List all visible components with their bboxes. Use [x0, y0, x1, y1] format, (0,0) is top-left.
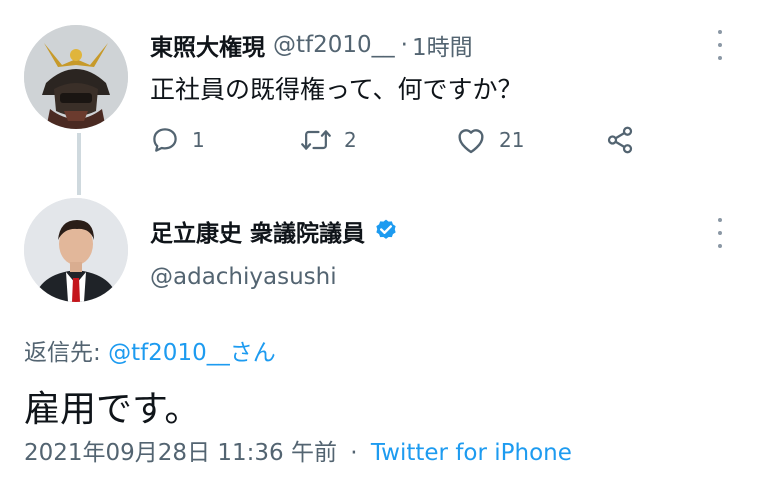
more-dot: [718, 231, 722, 235]
replying-to-link[interactable]: @tf2010__さん: [108, 340, 276, 366]
tweet1-handle[interactable]: @tf2010__: [273, 32, 395, 58]
tweet1-timestamp[interactable]: 1時間: [412, 28, 473, 62]
share-icon: [607, 126, 633, 154]
more-dot: [718, 56, 722, 60]
like-count: 21: [499, 128, 525, 152]
samurai-helmet-avatar-image: [24, 25, 128, 129]
tweet2-handle[interactable]: @adachiyasushi: [150, 264, 337, 290]
tweet1-text: 正社員の既得権って、何ですか？: [150, 75, 523, 104]
more-dot: [718, 218, 722, 222]
tweet2-name-row: 足立康史 衆議院議員: [150, 214, 399, 248]
tweet2-meta: 2021年09月28日 11:36 午前 · Twitter for iPhon…: [24, 433, 572, 467]
tweet2-display-name[interactable]: 足立康史 衆議院議員: [150, 214, 365, 248]
more-dot: [718, 244, 722, 248]
tweet1-action-bar: 1 2 21: [150, 118, 650, 162]
retweet-count: 2: [344, 128, 357, 152]
more-options-icon[interactable]: [710, 30, 730, 60]
share-button[interactable]: [605, 118, 635, 162]
tweet1-display-name[interactable]: 東照大権現: [150, 28, 265, 62]
tweet2-text: 雇用です。: [24, 389, 201, 430]
retweet-icon: [301, 130, 331, 150]
retweet-button[interactable]: 2: [300, 118, 357, 162]
tweet1-header: 東照大権現 @tf2010__ · 1時間: [150, 27, 473, 63]
heart-icon: [458, 129, 484, 154]
reply-count: 1: [192, 128, 205, 152]
portrait-avatar-image: [24, 198, 128, 302]
tweet2-source-link[interactable]: Twitter for iPhone: [371, 440, 572, 466]
reply-button[interactable]: 1: [150, 118, 205, 162]
tweet2-datetime[interactable]: 2021年09月28日 11:36 午前: [24, 440, 337, 466]
tweet1-avatar[interactable]: [24, 25, 128, 129]
tweet2-avatar[interactable]: [24, 198, 128, 302]
verified-badge-icon: [376, 219, 396, 239]
more-dot: [718, 30, 722, 34]
more-options-icon[interactable]: [710, 218, 730, 248]
like-button[interactable]: 21: [455, 118, 524, 162]
tweet1-separator: ·: [400, 32, 408, 58]
more-dot: [718, 43, 722, 47]
replying-to-line: 返信先: @tf2010__さん: [24, 333, 276, 367]
thread-connector-line: [77, 133, 81, 195]
reply-icon: [153, 128, 177, 152]
replying-to-label: 返信先:: [24, 340, 109, 366]
meta-separator: ·: [350, 440, 358, 466]
